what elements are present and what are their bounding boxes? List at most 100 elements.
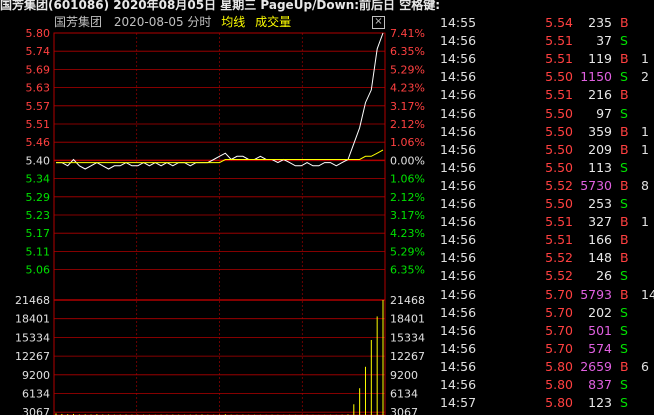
tick-side: S	[620, 322, 628, 338]
tick-list[interactable]: 14:55 5.54 235 B 14:56 5.51 37 S 14:56 5.51 119 B 1 1…	[438, 14, 654, 415]
tick-side: S	[620, 268, 628, 284]
tick-side: B	[620, 123, 629, 139]
volume-tick-label: 15334	[15, 331, 50, 344]
pct-tick-label: 0.00%	[390, 154, 425, 167]
tick-time: 14:56	[440, 196, 477, 211]
tick-side: S	[620, 196, 628, 211]
tick-volume: 2659	[580, 358, 612, 374]
tick-volume: 119	[588, 51, 612, 67]
volume-tick-label-right: 21468	[390, 294, 425, 307]
pct-tick-label: 1.06%	[390, 173, 425, 186]
tick-side: B	[620, 358, 629, 374]
tick-row[interactable]: 14:56 5.52 5730 B 8	[438, 177, 654, 195]
volume-label: 成交量	[255, 15, 292, 29]
tick-row[interactable]: 14:56 5.70 5793 B 14	[438, 286, 654, 304]
intraday-chart[interactable]: 5.80 7.41% 5.74 6.35% 5.69 5.29% 5.63 4.23% 5.57…	[0, 14, 436, 415]
tick-row[interactable]: 14:56 5.51 327 B 1	[438, 213, 654, 231]
tick-row[interactable]: 14:56 5.51 166 B	[438, 231, 654, 249]
tick-volume: 253	[588, 196, 612, 211]
tick-volume: 209	[588, 141, 612, 157]
tick-time: 14:56	[440, 232, 477, 248]
tick-extra: 14	[641, 286, 654, 302]
tick-time: 14:56	[440, 33, 477, 49]
tick-row[interactable]: 14:56 5.50 359 B 1	[438, 123, 654, 141]
volume-tick-label-right: 6134	[390, 388, 418, 401]
tick-time: 14:56	[440, 377, 477, 392]
tick-row[interactable]: 14:56 5.70 574 S	[438, 340, 654, 358]
pct-tick-label: 5.29%	[390, 63, 425, 76]
price-tick-label: 5.63	[26, 82, 51, 95]
price-tick-label: 5.46	[26, 136, 51, 149]
tick-side: S	[620, 304, 628, 320]
tick-side: B	[620, 232, 629, 248]
pct-tick-label: 3.17%	[390, 100, 425, 113]
tick-time: 14:56	[440, 304, 477, 320]
price-tick-label: 5.57	[26, 100, 51, 113]
tick-row[interactable]: 14:56 5.70 501 S	[438, 322, 654, 340]
tick-row[interactable]: 14:56 5.70 202 S	[438, 304, 654, 322]
tick-time: 14:56	[440, 141, 477, 157]
avg-line-label: 均线	[221, 15, 246, 29]
tick-extra: 2	[641, 69, 649, 85]
tick-volume: 501	[588, 322, 612, 338]
tick-side: S	[620, 33, 628, 49]
tick-row[interactable]: 14:56 5.50 253 S	[438, 195, 654, 213]
tick-volume: 837	[588, 377, 612, 392]
tick-side: S	[620, 377, 628, 392]
tick-row[interactable]: 14:56 5.51 216 B	[438, 86, 654, 104]
tick-row[interactable]: 14:56 5.51 37 S	[438, 32, 654, 50]
price-tick-label: 5.40	[26, 154, 51, 167]
tick-time: 14:56	[440, 214, 477, 230]
pct-tick-label: 6.35%	[390, 264, 425, 277]
tick-volume: 574	[588, 340, 612, 356]
volume-tick-label-right: 15334	[390, 331, 425, 344]
volume-tick-label: 9200	[22, 369, 50, 382]
tick-row[interactable]: 14:56 5.50 97 S	[438, 105, 654, 123]
tick-extra: 1	[641, 214, 649, 230]
tick-volume: 113	[588, 159, 612, 175]
tick-time: 14:56	[440, 250, 477, 266]
tick-time: 14:56	[440, 159, 477, 175]
tick-row[interactable]: 14:56 5.50 209 B 1	[438, 141, 654, 159]
window-title: 国芳集团(601086) 2020年08月05日 星期三 PageUp/Down…	[0, 0, 440, 14]
volume-tick-label: 18401	[15, 313, 50, 326]
volume-tick-label: 3067	[22, 406, 50, 415]
tick-extra: 1	[641, 141, 649, 157]
price-tick-label: 5.17	[26, 227, 51, 240]
tick-volume: 216	[588, 87, 612, 103]
tick-side: B	[620, 177, 629, 193]
volume-tick-label-right: 12267	[390, 350, 425, 363]
tick-row[interactable]: 14:56 5.50 113 S	[438, 159, 654, 177]
volume-tick-label-right: 9200	[390, 369, 418, 382]
tick-row[interactable]: 14:56 5.52 148 B	[438, 249, 654, 267]
tick-side: S	[620, 69, 628, 85]
chart-header: 国芳集团 2020-08-05 分时 均线 成交量	[54, 14, 291, 30]
pct-tick-label: 2.12%	[390, 191, 425, 204]
tick-extra: 6	[641, 358, 649, 374]
tick-side: B	[620, 250, 629, 266]
pct-tick-label: 6.35%	[390, 45, 425, 58]
tick-row[interactable]: 14:57 5.80 123 S	[438, 394, 654, 412]
volume-tick-label-right: 3067	[390, 406, 418, 415]
tick-row[interactable]: 14:55 5.54 235 B	[438, 14, 654, 32]
tick-time: 14:56	[440, 268, 477, 284]
tick-side: B	[620, 51, 629, 67]
tick-row[interactable]: 14:56 5.50 1150 S 2	[438, 68, 654, 86]
tick-row[interactable]: 14:56 5.80 2659 B 6	[438, 358, 654, 376]
tick-volume: 97	[596, 105, 612, 121]
tick-row[interactable]: 14:56 5.52 26 S	[438, 267, 654, 285]
volume-tick-label: 6134	[22, 388, 50, 401]
tick-time: 14:56	[440, 123, 477, 139]
tick-volume: 5793	[580, 286, 612, 302]
close-icon[interactable]: ×	[372, 16, 385, 29]
tick-volume: 202	[588, 304, 612, 320]
tick-side: B	[620, 87, 629, 103]
tick-time: 14:56	[440, 286, 477, 302]
tick-volume: 1150	[580, 69, 612, 85]
tick-row[interactable]: 14:56 5.80 837 S	[438, 376, 654, 394]
tick-time: 14:56	[440, 51, 477, 67]
tick-time: 14:56	[440, 177, 477, 193]
tick-row[interactable]: 14:56 5.51 119 B 1	[438, 50, 654, 68]
intraday-chart-svg: 5.80 7.41% 5.74 6.35% 5.69 5.29% 5.63 4.23% 5.57…	[15, 27, 425, 415]
tick-volume: 359	[588, 123, 612, 139]
